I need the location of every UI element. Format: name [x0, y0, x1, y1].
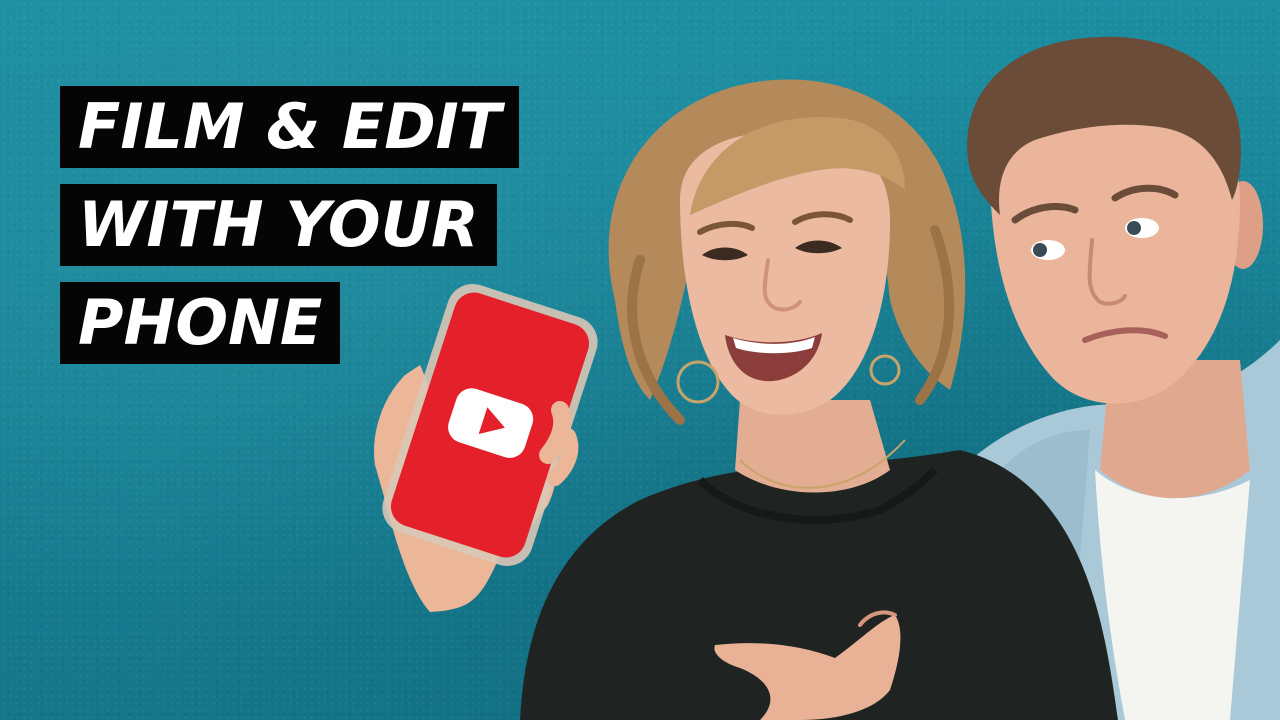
headline-line-1: FILM & EDIT [60, 86, 520, 168]
headline-line-3: PHONE [60, 282, 341, 364]
thumbnail-canvas: FILM & EDIT WITH YOUR PHONE [0, 0, 1280, 720]
headline: FILM & EDIT WITH YOUR PHONE [60, 86, 520, 364]
headline-line-2: WITH YOUR [60, 184, 497, 266]
